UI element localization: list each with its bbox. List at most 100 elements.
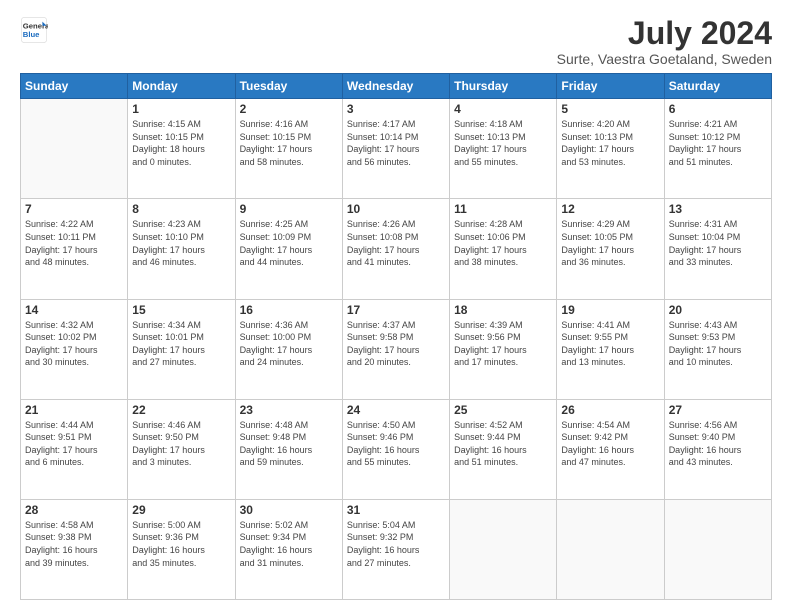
calendar-cell: 21 Sunrise: 4:44 AM Sunset: 9:51 PM Dayli…: [21, 399, 128, 499]
calendar-cell: 11 Sunrise: 4:28 AM Sunset: 10:06 PM Dayl…: [450, 199, 557, 299]
day-info: Sunrise: 4:56 AM Sunset: 9:40 PM Dayligh…: [669, 419, 767, 469]
weekday-header-thursday: Thursday: [450, 74, 557, 99]
day-number: 1: [132, 102, 230, 116]
day-number: 18: [454, 303, 552, 317]
weekday-header-saturday: Saturday: [664, 74, 771, 99]
day-number: 2: [240, 102, 338, 116]
day-info: Sunrise: 4:31 AM Sunset: 10:04 PM Daylig…: [669, 218, 767, 268]
calendar-cell: 31 Sunrise: 5:04 AM Sunset: 9:32 PM Dayli…: [342, 499, 449, 599]
svg-text:Blue: Blue: [23, 30, 40, 39]
day-number: 31: [347, 503, 445, 517]
day-info: Sunrise: 4:43 AM Sunset: 9:53 PM Dayligh…: [669, 319, 767, 369]
calendar-week-2: 7Sunrise: 4:22 AM Sunset: 10:11 PM Dayli…: [21, 199, 772, 299]
day-info: Sunrise: 4:28 AM Sunset: 10:06 PM Daylig…: [454, 218, 552, 268]
month-year: July 2024: [557, 16, 772, 51]
calendar-cell: 22 Sunrise: 4:46 AM Sunset: 9:50 PM Dayli…: [128, 399, 235, 499]
calendar-cell: 28 Sunrise: 4:58 AM Sunset: 9:38 PM Dayli…: [21, 499, 128, 599]
calendar-body: 1 Sunrise: 4:15 AM Sunset: 10:15 PM Dayli…: [21, 99, 772, 600]
day-number: 15: [132, 303, 230, 317]
calendar-cell: 29 Sunrise: 5:00 AM Sunset: 9:36 PM Dayli…: [128, 499, 235, 599]
day-info: Sunrise: 4:46 AM Sunset: 9:50 PM Dayligh…: [132, 419, 230, 469]
day-info: Sunrise: 4:58 AM Sunset: 9:38 PM Dayligh…: [25, 519, 123, 569]
calendar-cell: 23 Sunrise: 4:48 AM Sunset: 9:48 PM Dayli…: [235, 399, 342, 499]
day-number: 22: [132, 403, 230, 417]
day-number: 17: [347, 303, 445, 317]
calendar-cell: 12 Sunrise: 4:29 AM Sunset: 10:05 PM Dayl…: [557, 199, 664, 299]
day-info: Sunrise: 5:04 AM Sunset: 9:32 PM Dayligh…: [347, 519, 445, 569]
day-info: Sunrise: 4:41 AM Sunset: 9:55 PM Dayligh…: [561, 319, 659, 369]
header: General Blue July 2024 Surte, Vaestra Go…: [20, 16, 772, 67]
day-info: Sunrise: 4:52 AM Sunset: 9:44 PM Dayligh…: [454, 419, 552, 469]
calendar-cell: 2 Sunrise: 4:16 AM Sunset: 10:15 PM Dayli…: [235, 99, 342, 199]
day-number: 3: [347, 102, 445, 116]
calendar-cell: [21, 99, 128, 199]
calendar-cell: 9 Sunrise: 4:25 AM Sunset: 10:09 PM Dayli…: [235, 199, 342, 299]
day-number: 12: [561, 202, 659, 216]
svg-text:General: General: [23, 22, 48, 31]
day-info: Sunrise: 4:34 AM Sunset: 10:01 PM Daylig…: [132, 319, 230, 369]
calendar-cell: 8 Sunrise: 4:23 AM Sunset: 10:10 PM Dayli…: [128, 199, 235, 299]
calendar-week-5: 28 Sunrise: 4:58 AM Sunset: 9:38 PM Dayli…: [21, 499, 772, 599]
day-number: 16: [240, 303, 338, 317]
calendar-cell: 14Sunrise: 4:32 AM Sunset: 10:02 PM Dayl…: [21, 299, 128, 399]
day-info: Sunrise: 4:29 AM Sunset: 10:05 PM Daylig…: [561, 218, 659, 268]
calendar-week-4: 21 Sunrise: 4:44 AM Sunset: 9:51 PM Dayli…: [21, 399, 772, 499]
day-number: 21: [25, 403, 123, 417]
day-info: Sunrise: 5:02 AM Sunset: 9:34 PM Dayligh…: [240, 519, 338, 569]
day-number: 9: [240, 202, 338, 216]
day-info: Sunrise: 4:21 AM Sunset: 10:12 PM Daylig…: [669, 118, 767, 168]
day-number: 11: [454, 202, 552, 216]
day-number: 8: [132, 202, 230, 216]
calendar-cell: 5Sunrise: 4:20 AM Sunset: 10:13 PM Dayli…: [557, 99, 664, 199]
day-info: Sunrise: 4:22 AM Sunset: 10:11 PM Daylig…: [25, 218, 123, 268]
calendar-cell: 3Sunrise: 4:17 AM Sunset: 10:14 PM Dayli…: [342, 99, 449, 199]
day-info: Sunrise: 4:50 AM Sunset: 9:46 PM Dayligh…: [347, 419, 445, 469]
day-info: Sunrise: 4:25 AM Sunset: 10:09 PM Daylig…: [240, 218, 338, 268]
weekday-header-sunday: Sunday: [21, 74, 128, 99]
day-number: 14: [25, 303, 123, 317]
weekday-header-monday: Monday: [128, 74, 235, 99]
weekday-header-wednesday: Wednesday: [342, 74, 449, 99]
calendar-cell: 20 Sunrise: 4:43 AM Sunset: 9:53 PM Dayli…: [664, 299, 771, 399]
day-number: 28: [25, 503, 123, 517]
calendar-cell: 10 Sunrise: 4:26 AM Sunset: 10:08 PM Dayl…: [342, 199, 449, 299]
day-number: 27: [669, 403, 767, 417]
day-info: Sunrise: 4:36 AM Sunset: 10:00 PM Daylig…: [240, 319, 338, 369]
day-info: Sunrise: 5:00 AM Sunset: 9:36 PM Dayligh…: [132, 519, 230, 569]
calendar-cell: 13 Sunrise: 4:31 AM Sunset: 10:04 PM Dayl…: [664, 199, 771, 299]
day-info: Sunrise: 4:48 AM Sunset: 9:48 PM Dayligh…: [240, 419, 338, 469]
calendar-cell: 19Sunrise: 4:41 AM Sunset: 9:55 PM Dayli…: [557, 299, 664, 399]
calendar-cell: [450, 499, 557, 599]
calendar-cell: 7Sunrise: 4:22 AM Sunset: 10:11 PM Dayli…: [21, 199, 128, 299]
day-number: 26: [561, 403, 659, 417]
calendar: SundayMondayTuesdayWednesdayThursdayFrid…: [20, 73, 772, 600]
calendar-week-3: 14Sunrise: 4:32 AM Sunset: 10:02 PM Dayl…: [21, 299, 772, 399]
weekday-header-tuesday: Tuesday: [235, 74, 342, 99]
day-number: 6: [669, 102, 767, 116]
day-info: Sunrise: 4:23 AM Sunset: 10:10 PM Daylig…: [132, 218, 230, 268]
day-number: 13: [669, 202, 767, 216]
day-number: 29: [132, 503, 230, 517]
day-number: 10: [347, 202, 445, 216]
day-info: Sunrise: 4:54 AM Sunset: 9:42 PM Dayligh…: [561, 419, 659, 469]
day-info: Sunrise: 4:18 AM Sunset: 10:13 PM Daylig…: [454, 118, 552, 168]
logo: General Blue: [20, 16, 48, 44]
day-number: 4: [454, 102, 552, 116]
day-info: Sunrise: 4:26 AM Sunset: 10:08 PM Daylig…: [347, 218, 445, 268]
day-number: 30: [240, 503, 338, 517]
title-block: July 2024 Surte, Vaestra Goetaland, Swed…: [557, 16, 772, 67]
day-info: Sunrise: 4:15 AM Sunset: 10:15 PM Daylig…: [132, 118, 230, 168]
weekday-header-row: SundayMondayTuesdayWednesdayThursdayFrid…: [21, 74, 772, 99]
day-number: 23: [240, 403, 338, 417]
day-info: Sunrise: 4:20 AM Sunset: 10:13 PM Daylig…: [561, 118, 659, 168]
day-info: Sunrise: 4:16 AM Sunset: 10:15 PM Daylig…: [240, 118, 338, 168]
day-number: 25: [454, 403, 552, 417]
calendar-cell: 26 Sunrise: 4:54 AM Sunset: 9:42 PM Dayli…: [557, 399, 664, 499]
page: General Blue July 2024 Surte, Vaestra Go…: [0, 0, 792, 612]
location: Surte, Vaestra Goetaland, Sweden: [557, 51, 772, 67]
day-number: 20: [669, 303, 767, 317]
day-info: Sunrise: 4:44 AM Sunset: 9:51 PM Dayligh…: [25, 419, 123, 469]
calendar-cell: 15 Sunrise: 4:34 AM Sunset: 10:01 PM Dayl…: [128, 299, 235, 399]
logo-icon: General Blue: [20, 16, 48, 44]
calendar-cell: 6 Sunrise: 4:21 AM Sunset: 10:12 PM Dayli…: [664, 99, 771, 199]
